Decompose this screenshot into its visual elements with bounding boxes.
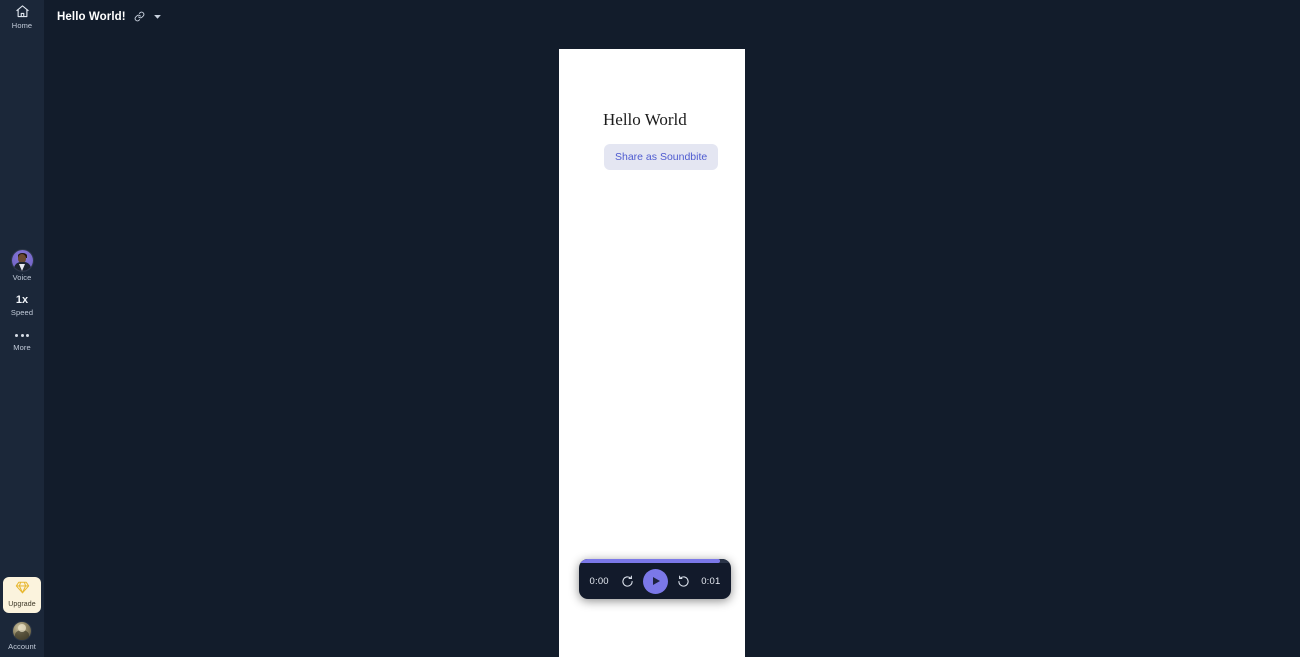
voice-avatar-icon [11, 250, 33, 271]
share-as-soundbite-button[interactable]: Share as Soundbite [604, 144, 719, 170]
sidebar-item-account-label: Account [8, 642, 36, 651]
rewind-icon[interactable] [620, 574, 635, 589]
upgrade-button[interactable]: Upgrade [3, 577, 41, 613]
sidebar-item-voice[interactable]: Voice [0, 250, 44, 282]
more-dots-icon [15, 329, 29, 341]
play-icon [652, 577, 660, 585]
play-button[interactable] [642, 568, 668, 594]
document-header: Hello World! [44, 0, 1300, 33]
document-heading: Hello World [603, 110, 687, 129]
home-icon [15, 4, 30, 19]
player-total-time: 0:01 [701, 575, 721, 587]
sidebar-item-voice-label: Voice [12, 273, 32, 282]
sidebar-item-more[interactable]: More [0, 329, 44, 352]
upgrade-label: Upgrade [8, 601, 36, 608]
sidebar: Home Voice 1x Speed More Upgrade Account [0, 0, 44, 657]
app-root: Home Voice 1x Speed More Upgrade Account… [0, 0, 1300, 657]
sidebar-item-speed[interactable]: 1x Speed [0, 294, 44, 317]
sidebar-item-home-label: Home [11, 21, 33, 30]
document-title: Hello World! [57, 10, 126, 23]
main-area: Hello World! Hello World Share as Soundb… [44, 0, 1300, 657]
audio-player: 0:00 0:01 [579, 559, 731, 599]
account-avatar-icon [13, 622, 31, 640]
forward-icon[interactable] [676, 574, 691, 589]
speed-value: 1x [15, 294, 29, 306]
link-icon[interactable] [134, 11, 145, 22]
sidebar-item-home[interactable]: Home [0, 0, 44, 30]
sidebar-bottom-group: Upgrade Account [0, 577, 44, 651]
sidebar-middle-group: Voice 1x Speed More [0, 250, 44, 364]
player-controls: 0:00 0:01 [579, 563, 731, 599]
chevron-down-icon[interactable] [153, 12, 162, 21]
sidebar-item-speed-label: Speed [10, 308, 34, 317]
sidebar-item-more-label: More [13, 343, 31, 352]
player-current-time: 0:00 [589, 575, 609, 587]
diamond-icon [15, 581, 30, 599]
sidebar-item-account[interactable]: Account [0, 622, 44, 651]
